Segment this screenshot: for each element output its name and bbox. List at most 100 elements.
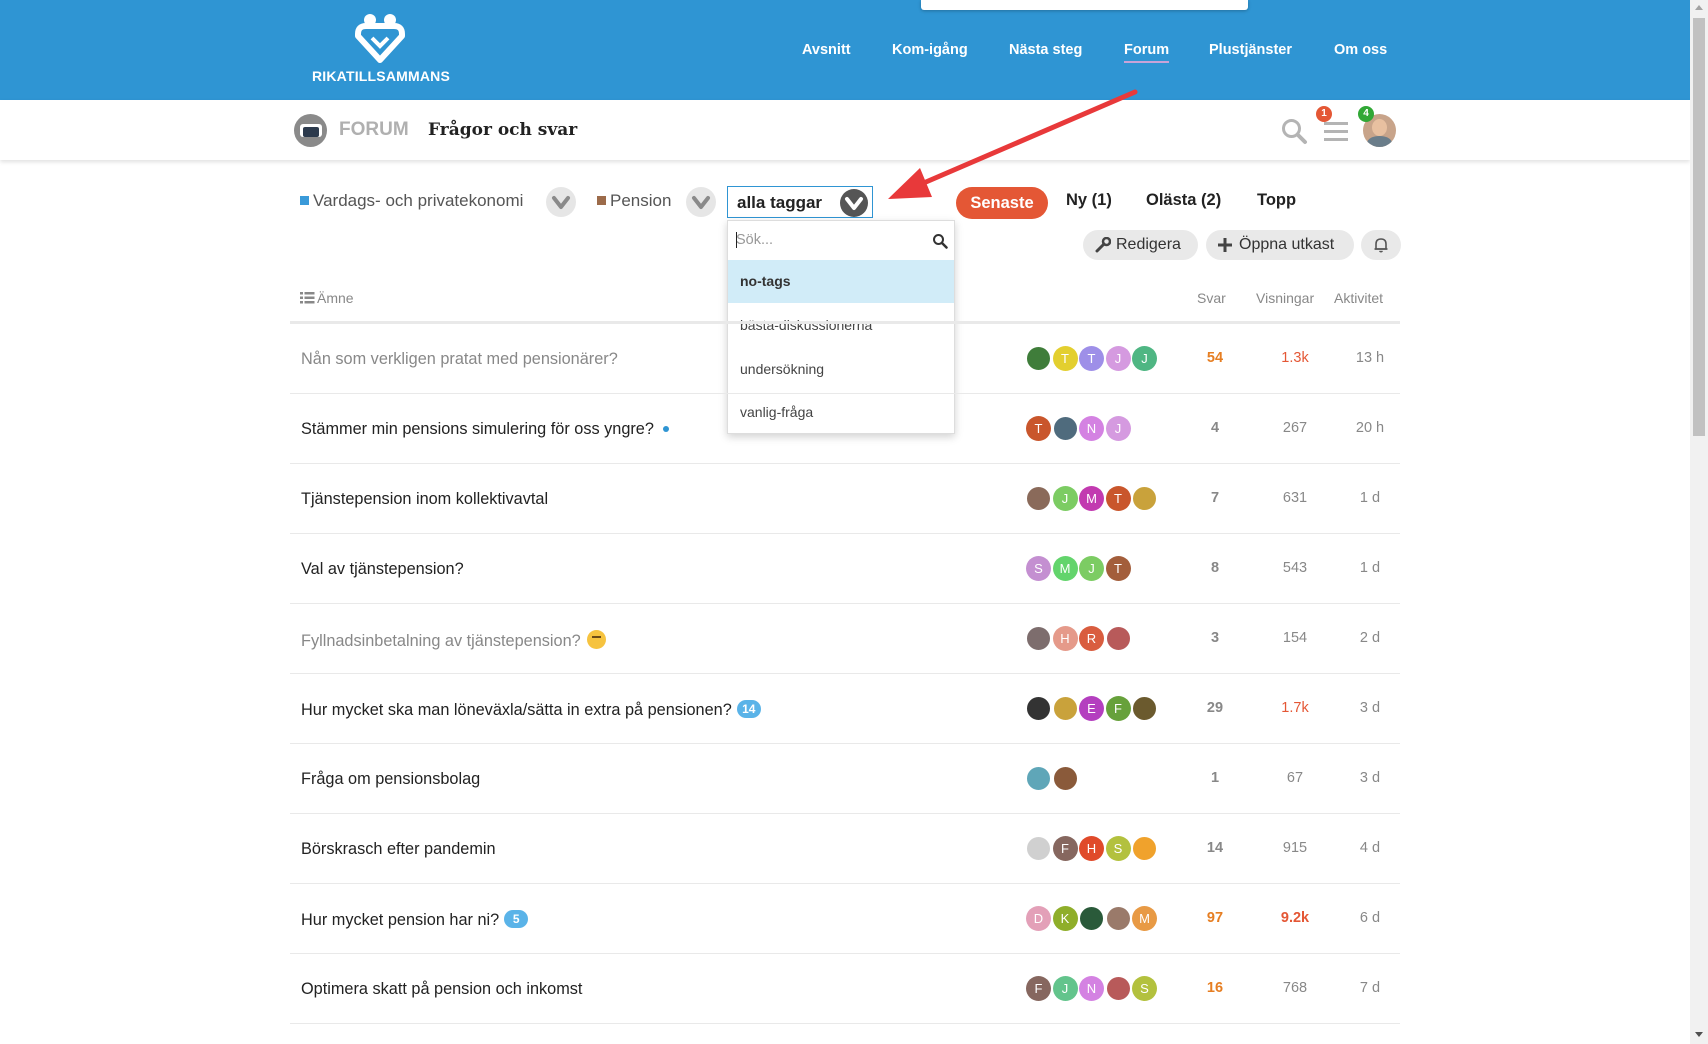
poster-avatar[interactable]: J (1132, 346, 1157, 371)
activity-time[interactable]: 3 d (1335, 770, 1405, 786)
nav-link-forum[interactable]: Forum (1124, 42, 1170, 63)
activity-time[interactable]: 2 d (1335, 630, 1405, 646)
subcategory-breadcrumb[interactable]: Pension (597, 191, 671, 211)
forum-logo-icon[interactable] (294, 114, 327, 147)
reply-count[interactable]: 14 (1190, 840, 1240, 856)
poster-avatar[interactable]: F (1105, 696, 1131, 721)
nav-link-om-oss[interactable]: Om oss (1334, 42, 1387, 58)
site-logo[interactable]: RIKATILLSAMMANS (306, 12, 456, 88)
poster-avatar[interactable]: S (1105, 836, 1131, 861)
tab-unread[interactable]: Olästa (2) (1146, 191, 1221, 210)
nav-link-kom-igang[interactable]: Kom-igång (892, 42, 968, 58)
poster-avatar[interactable] (1026, 626, 1051, 651)
poster-avatar[interactable] (1052, 416, 1078, 441)
topic-title-link[interactable]: Hur mycket pension har ni? 5 (301, 910, 529, 930)
poster-avatar[interactable]: E (1079, 696, 1104, 721)
poster-avatar[interactable]: F (1052, 836, 1078, 861)
column-header-replies[interactable]: Svar (1197, 290, 1226, 306)
poster-avatar[interactable]: T (1026, 416, 1051, 441)
reply-count[interactable]: 1 (1190, 770, 1240, 786)
poster-avatar[interactable]: M (1132, 906, 1157, 931)
poster-avatar[interactable]: J (1105, 416, 1131, 441)
poster-avatar[interactable]: J (1105, 346, 1131, 371)
subcategory-dropdown-toggle[interactable] (686, 187, 716, 217)
poster-avatar[interactable]: M (1079, 486, 1104, 511)
reply-count[interactable]: 3 (1190, 630, 1240, 646)
scroll-down-arrow-icon[interactable] (1695, 1032, 1703, 1037)
poster-avatar[interactable]: N (1079, 976, 1104, 1001)
poster-avatar[interactable]: J (1079, 556, 1104, 581)
topic-title-link[interactable]: Hur mycket ska man löneväxla/sätta in ex… (301, 700, 761, 720)
poster-avatar[interactable] (1026, 696, 1051, 721)
tab-new[interactable]: Ny (1) (1066, 191, 1112, 210)
reply-count[interactable]: 7 (1190, 490, 1240, 506)
edit-button[interactable]: Redigera (1083, 230, 1198, 260)
unread-count-badge[interactable]: 14 (736, 700, 761, 718)
poster-avatar[interactable] (1052, 696, 1078, 721)
poster-avatar[interactable] (1132, 836, 1157, 861)
activity-time[interactable]: 13 h (1335, 350, 1405, 366)
tag-select-toggle[interactable] (840, 189, 868, 217)
tag-option-no-tags[interactable]: no-tags (728, 260, 954, 303)
poster-avatar[interactable]: S (1132, 976, 1157, 1001)
poster-avatar[interactable] (1052, 766, 1078, 791)
poster-avatar[interactable] (1105, 626, 1131, 651)
poster-avatar[interactable]: T (1105, 486, 1131, 511)
topic-title-link[interactable]: Val av tjänstepension? (301, 560, 464, 579)
nav-link-avsnitt[interactable]: Avsnitt (802, 42, 851, 58)
nav-link-nasta-steg[interactable]: Nästa steg (1009, 42, 1082, 58)
poster-avatar[interactable] (1105, 976, 1131, 1001)
poster-avatar[interactable]: D (1026, 906, 1051, 931)
open-draft-button[interactable]: Öppna utkast (1206, 230, 1354, 260)
column-header-activity[interactable]: Aktivitet (1334, 290, 1383, 306)
hamburger-menu-icon[interactable] (1324, 119, 1348, 143)
activity-time[interactable]: 4 d (1335, 840, 1405, 856)
poster-avatar[interactable]: M (1052, 556, 1078, 581)
poster-avatar[interactable]: T (1052, 346, 1078, 371)
category-dropdown-toggle[interactable] (546, 187, 576, 217)
poster-avatar[interactable] (1026, 836, 1051, 861)
poster-avatar[interactable]: T (1105, 556, 1131, 581)
reply-count[interactable]: 8 (1190, 560, 1240, 576)
activity-time[interactable]: 1 d (1335, 490, 1405, 506)
forum-label[interactable]: FORUM (339, 119, 409, 141)
activity-time[interactable]: 20 h (1335, 420, 1405, 436)
poster-avatar[interactable]: K (1052, 906, 1078, 931)
reply-count[interactable]: 54 (1190, 350, 1240, 366)
poster-avatar[interactable]: T (1079, 346, 1104, 371)
activity-time[interactable]: 6 d (1335, 910, 1405, 926)
poster-avatar[interactable]: S (1026, 556, 1051, 581)
category-breadcrumb[interactable]: Vardags- och privatekonomi (300, 191, 523, 211)
poster-avatar[interactable]: J (1052, 486, 1078, 511)
poster-avatar[interactable] (1132, 696, 1157, 721)
reply-count[interactable]: 4 (1190, 420, 1240, 436)
scroll-up-arrow-icon[interactable] (1695, 5, 1703, 10)
activity-time[interactable]: 3 d (1335, 700, 1405, 716)
poster-avatar[interactable]: J (1052, 976, 1078, 1001)
nav-link-plustjanster[interactable]: Plustjänster (1209, 42, 1292, 58)
column-header-views[interactable]: Visningar (1256, 290, 1314, 306)
poster-avatar[interactable]: F (1026, 976, 1051, 1001)
topic-title-link[interactable]: Optimera skatt på pension och inkomst (301, 980, 582, 999)
page-scrollbar[interactable] (1690, 0, 1708, 1044)
topic-title-link[interactable]: Tjänstepension inom kollektivavtal (301, 490, 548, 509)
tab-top[interactable]: Topp (1257, 191, 1296, 210)
poster-avatar[interactable] (1132, 486, 1157, 511)
tag-select[interactable]: alla taggar (727, 186, 873, 218)
poster-avatar[interactable]: N (1079, 416, 1104, 441)
reply-count[interactable]: 97 (1190, 910, 1240, 926)
topic-title-link[interactable]: Börskrasch efter pandemin (301, 840, 496, 859)
poster-avatar[interactable] (1079, 906, 1104, 931)
poster-avatar[interactable]: R (1079, 626, 1104, 651)
activity-time[interactable]: 1 d (1335, 560, 1405, 576)
poster-avatar[interactable] (1026, 486, 1051, 511)
topic-title-link[interactable]: Fråga om pensionsbolag (301, 770, 480, 789)
activity-time[interactable]: 7 d (1335, 980, 1405, 996)
topic-title-link[interactable]: Fyllnadsinbetalning av tjänstepension? (301, 630, 606, 651)
poster-avatar[interactable] (1026, 766, 1051, 791)
search-icon[interactable] (1280, 117, 1308, 145)
tag-search-input[interactable]: Sök... (734, 229, 948, 253)
reply-count[interactable]: 29 (1190, 700, 1240, 716)
unread-count-badge[interactable]: 5 (504, 910, 529, 928)
poster-avatar[interactable]: H (1052, 626, 1078, 651)
